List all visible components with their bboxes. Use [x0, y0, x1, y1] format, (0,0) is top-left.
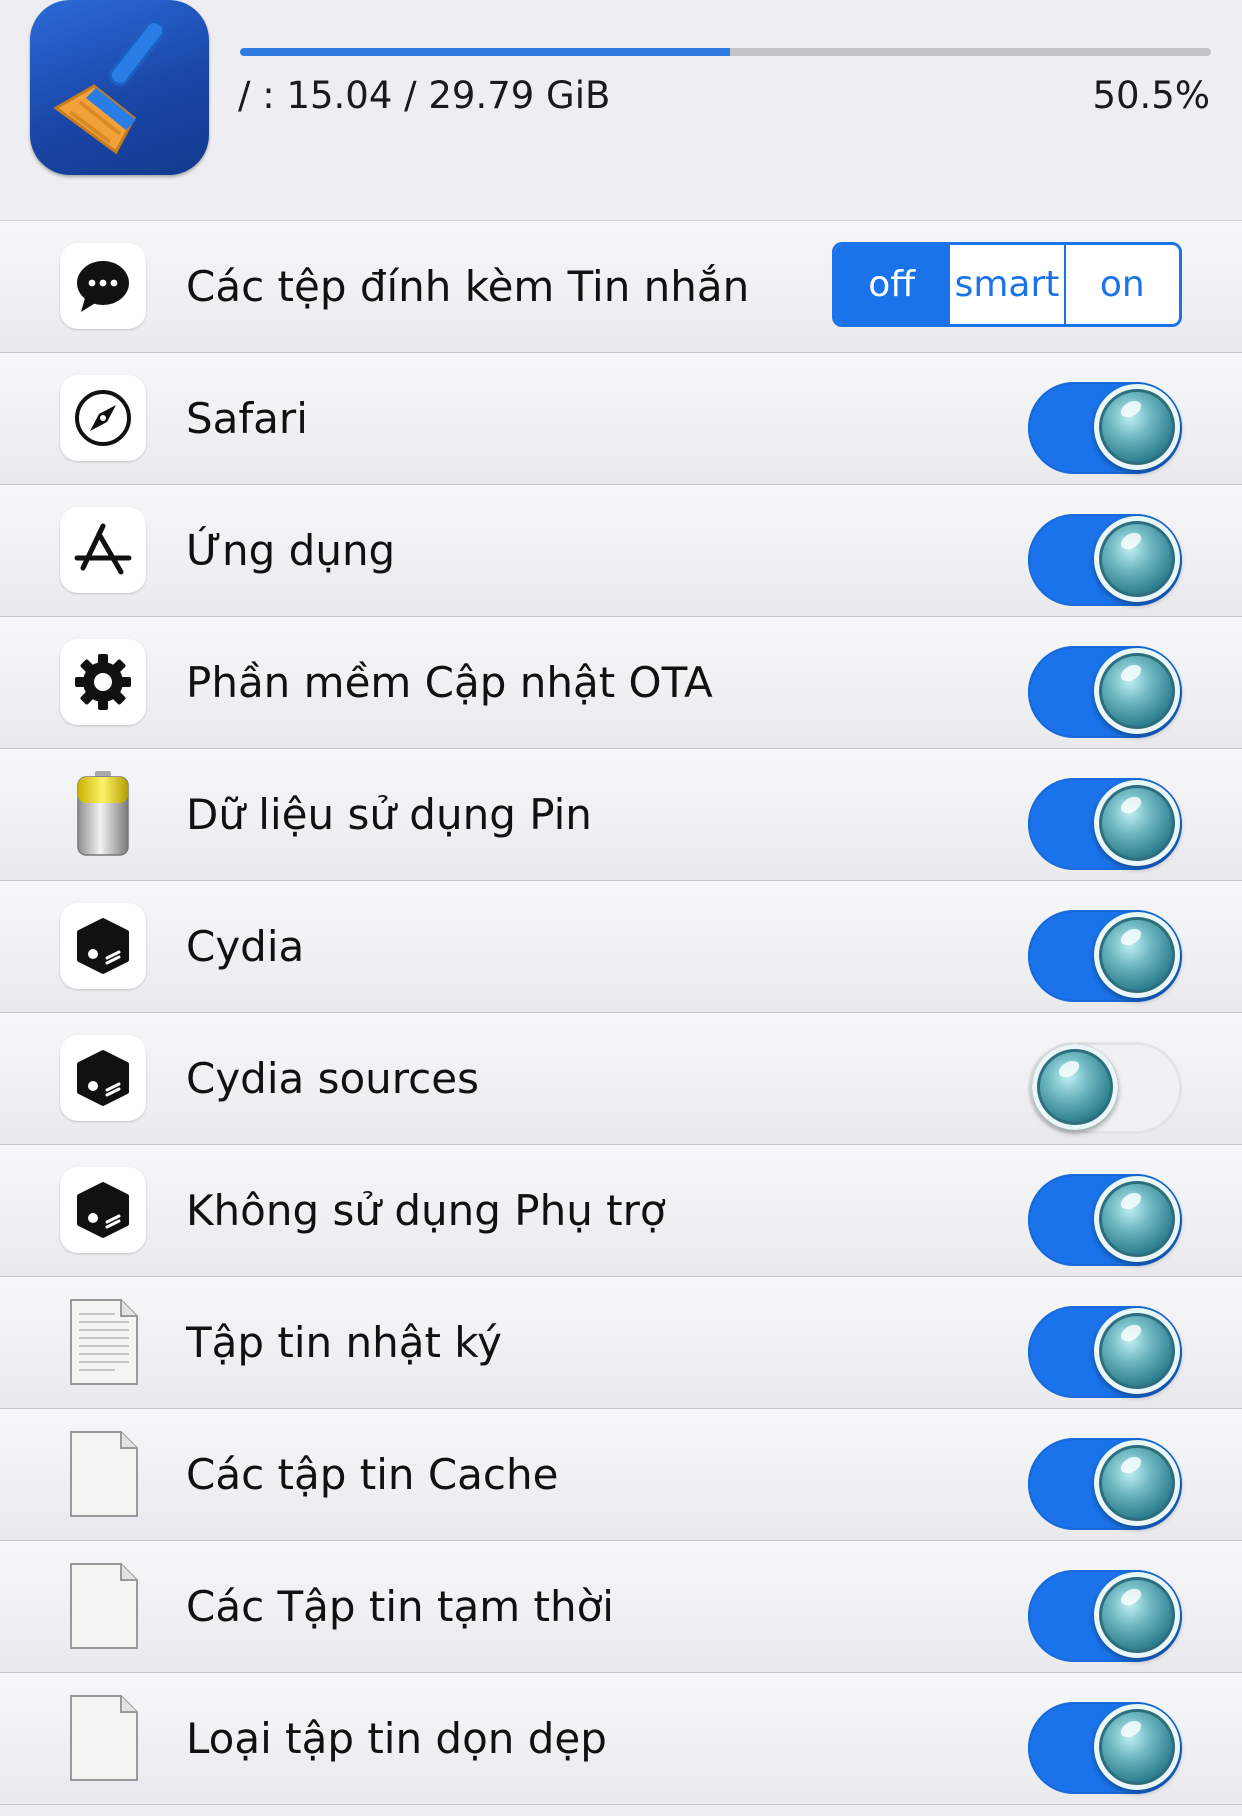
toggle-knob [1094, 912, 1180, 998]
row-label: Các tệp đính kèm Tin nhắn [186, 262, 750, 311]
list-item-battery-usage: Dữ liệu sử dụng Pin [0, 749, 1242, 881]
segment-smart[interactable]: smart [948, 245, 1063, 324]
gear-icon [60, 639, 146, 725]
toggle-knob [1094, 780, 1180, 866]
blank-file-icon [60, 1695, 146, 1781]
log-files-toggle[interactable] [1028, 1306, 1182, 1398]
list-item-message-attachments: Các tệp đính kèm Tin nhắn off smart on [0, 221, 1242, 353]
cleanup-file-types-toggle[interactable] [1028, 1702, 1182, 1794]
temp-files-toggle[interactable] [1028, 1570, 1182, 1662]
storage-progress-bar [240, 48, 1211, 56]
list-item-apps: Ứng dụng [0, 485, 1242, 617]
storage-header: / : 15.04 / 29.79 GiB 50.5% [0, 0, 1242, 221]
list-item-safari: Safari [0, 353, 1242, 485]
storage-usage-label: / : 15.04 / 29.79 GiB [238, 74, 611, 117]
cleanup-options-list: Các tệp đính kèm Tin nhắn off smart on S… [0, 221, 1242, 1805]
toggle-knob [1094, 1176, 1180, 1262]
battery-icon [60, 771, 146, 857]
toggle-knob [1094, 516, 1180, 602]
row-label: Các Tập tin tạm thời [186, 1582, 614, 1631]
row-label: Cydia sources [186, 1054, 479, 1103]
row-label: Cydia [186, 922, 305, 971]
list-item-cache-files: Các tập tin Cache [0, 1409, 1242, 1541]
toggle-knob [1094, 648, 1180, 734]
cache-files-toggle[interactable] [1028, 1438, 1182, 1530]
list-item-temp-files: Các Tập tin tạm thời [0, 1541, 1242, 1673]
list-item-unused-addons: Không sử dụng Phụ trợ [0, 1145, 1242, 1277]
row-label: Các tập tin Cache [186, 1450, 559, 1499]
list-item-log-files: Tập tin nhật ký [0, 1277, 1242, 1409]
cydia-box-icon [60, 903, 146, 989]
list-item-ota-update: Phần mềm Cập nhật OTA [0, 617, 1242, 749]
attachment-mode-segmented-control[interactable]: off smart on [832, 242, 1182, 327]
segment-off[interactable]: off [835, 245, 949, 324]
compass-icon [60, 375, 146, 461]
text-file-icon [60, 1299, 146, 1385]
cydia-toggle[interactable] [1028, 910, 1182, 1002]
segment-on[interactable]: on [1063, 245, 1179, 324]
list-item-cleanup-file-types: Loại tập tin dọn dẹp [0, 1673, 1242, 1805]
toggle-knob [1094, 1440, 1180, 1526]
storage-percent-label: 50.5% [1092, 74, 1210, 117]
row-label: Tập tin nhật ký [186, 1318, 502, 1367]
cydia-box-icon [60, 1167, 146, 1253]
row-label: Phần mềm Cập nhật OTA [186, 658, 713, 707]
cydia-sources-toggle[interactable] [1028, 1042, 1182, 1134]
blank-file-icon [60, 1431, 146, 1517]
toggle-knob [1094, 1704, 1180, 1790]
toggle-knob [1094, 384, 1180, 470]
row-label: Ứng dụng [186, 526, 396, 575]
row-label: Safari [186, 394, 308, 443]
toggle-knob [1032, 1044, 1118, 1130]
app-store-icon [60, 507, 146, 593]
apps-toggle[interactable] [1028, 514, 1182, 606]
list-item-cydia-sources: Cydia sources [0, 1013, 1242, 1145]
cydia-box-icon [60, 1035, 146, 1121]
row-label: Dữ liệu sử dụng Pin [186, 790, 592, 839]
ota-update-toggle[interactable] [1028, 646, 1182, 738]
list-item-cydia: Cydia [0, 881, 1242, 1013]
battery-usage-toggle[interactable] [1028, 778, 1182, 870]
safari-toggle[interactable] [1028, 382, 1182, 474]
storage-progress-fill [240, 48, 731, 56]
message-bubble-icon [60, 243, 146, 329]
row-label: Loại tập tin dọn dẹp [186, 1714, 607, 1763]
unused-addons-toggle[interactable] [1028, 1174, 1182, 1266]
blank-file-icon [60, 1563, 146, 1649]
toggle-knob [1094, 1308, 1180, 1394]
broom-icon [30, 0, 209, 175]
toggle-knob [1094, 1572, 1180, 1658]
row-label: Không sử dụng Phụ trợ [186, 1186, 666, 1235]
